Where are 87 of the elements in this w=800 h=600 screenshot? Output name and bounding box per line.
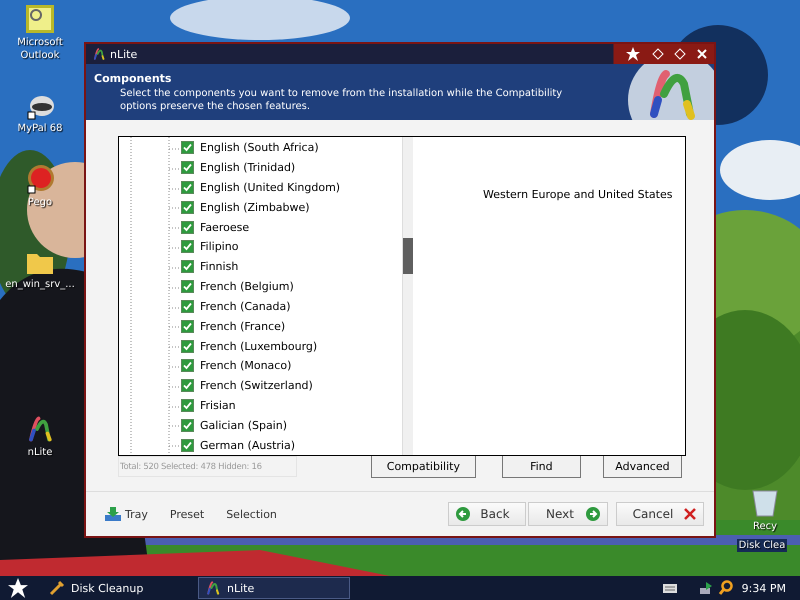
- taskbar-button[interactable]: nLite: [198, 577, 350, 599]
- panel-button[interactable]: Compatibility: [370, 456, 476, 478]
- window-title: nLite: [110, 48, 138, 60]
- component-label[interactable]: Galician (Spain): [200, 418, 288, 432]
- tree-branch-line: [169, 148, 181, 150]
- component-label[interactable]: German (Austria): [200, 438, 295, 452]
- checkbox[interactable]: [181, 398, 194, 412]
- tree-branch-line: [169, 266, 181, 269]
- network-icon[interactable]: [698, 580, 714, 596]
- component-label[interactable]: Faeroese: [200, 220, 250, 234]
- tree-branch-line: [169, 366, 181, 368]
- checkbox[interactable]: [181, 359, 194, 372]
- checkbox[interactable]: [181, 181, 194, 194]
- clock: 9:34 PM: [742, 582, 786, 594]
- minimize-icon[interactable]: [652, 48, 664, 60]
- checkbox[interactable]: [181, 220, 194, 234]
- search-icon[interactable]: [718, 580, 734, 596]
- checkbox[interactable]: [181, 141, 194, 154]
- component-label[interactable]: English (Trinidad): [200, 161, 296, 174]
- star-icon[interactable]: [626, 47, 640, 61]
- tree-branch-line: [169, 286, 181, 289]
- page-description: Select the components you want to remove from the installation while the Compatibility options preserve the chosen features.: [119, 87, 564, 113]
- desktop-icon-label[interactable]: Disk Clea: [736, 539, 788, 552]
- status-text: Total: 520 Selected: 478 Hidden: 16: [118, 456, 297, 477]
- tree-branch-line: [169, 168, 181, 170]
- back-button[interactable]: Back: [448, 502, 526, 526]
- checkbox[interactable]: [181, 340, 194, 353]
- checkbox[interactable]: [181, 260, 194, 274]
- start-star-icon[interactable]: [8, 578, 28, 598]
- component-label[interactable]: English (United Kingdom): [200, 181, 340, 194]
- component-label[interactable]: Filipino: [200, 240, 238, 254]
- scroll-thumb[interactable]: [403, 238, 413, 274]
- checkbox[interactable]: [181, 200, 194, 214]
- panel-button[interactable]: Advanced: [602, 456, 682, 478]
- component-label[interactable]: Finnish: [200, 260, 238, 274]
- tree-branch-line: [169, 207, 181, 210]
- desktop-icon-label[interactable]: Microsoft Outlook: [2, 36, 78, 62]
- component-label[interactable]: English (Zimbabwe): [200, 200, 310, 214]
- tree-branch-line: [169, 326, 181, 328]
- panel-button[interactable]: Find: [502, 456, 581, 478]
- checkbox[interactable]: [181, 418, 194, 432]
- checkbox[interactable]: [181, 438, 194, 452]
- component-label[interactable]: English (South Africa): [200, 141, 319, 154]
- desktop-icon-label[interactable]: en_win_srv_...: [5, 278, 75, 291]
- region-text: Western Europe and United States: [483, 188, 672, 201]
- checkbox[interactable]: [181, 300, 194, 313]
- desktop-icon-label[interactable]: Recy: [752, 520, 778, 533]
- footer-link[interactable]: Selection: [226, 508, 277, 520]
- component-label[interactable]: French (Luxembourg): [200, 340, 318, 353]
- component-label[interactable]: French (France): [200, 320, 286, 333]
- tree-branch-line: [169, 445, 181, 448]
- next-button[interactable]: Next: [528, 502, 608, 526]
- tree-branch-line: [169, 386, 181, 388]
- tree-branch-line: [169, 227, 181, 230]
- checkbox[interactable]: [181, 240, 194, 254]
- checkbox[interactable]: [181, 379, 194, 392]
- tree-branch-line: [169, 306, 181, 308]
- desktop-icon-label[interactable]: MyPal 68: [18, 122, 62, 135]
- tree-branch-line: [169, 188, 181, 190]
- component-label[interactable]: French (Canada): [200, 300, 291, 313]
- footer-link[interactable]: Tray: [104, 506, 148, 522]
- tree-branch-line: [169, 425, 181, 428]
- component-label[interactable]: Frisian: [200, 398, 236, 412]
- ball-icon: [25, 164, 55, 194]
- page-title: Components: [94, 72, 172, 85]
- component-label[interactable]: French (Belgium): [200, 280, 294, 294]
- keyboard-icon[interactable]: [662, 582, 678, 594]
- checkbox[interactable]: [181, 280, 194, 294]
- close-icon: [683, 507, 697, 521]
- nlite-logo-icon: [92, 47, 106, 61]
- maximize-icon[interactable]: [674, 48, 686, 60]
- checkbox[interactable]: [181, 320, 194, 333]
- component-label[interactable]: French (Monaco): [200, 359, 292, 372]
- taskbar-button[interactable]: Disk Cleanup: [42, 577, 194, 599]
- footer-link[interactable]: Preset: [170, 508, 204, 520]
- close-icon[interactable]: [696, 48, 708, 60]
- scrollbar[interactable]: [402, 137, 413, 455]
- tree-branch-line: [169, 247, 181, 250]
- download-tray-icon: [104, 506, 122, 522]
- nlite-logo-icon: [205, 580, 221, 596]
- calendar-clock-icon: [25, 4, 55, 34]
- cancel-button[interactable]: Cancel: [616, 502, 704, 526]
- component-label[interactable]: French (Switzerland): [200, 379, 313, 392]
- tree-branch-line: [169, 346, 181, 348]
- tree-branch-line: [169, 406, 181, 408]
- checkbox[interactable]: [181, 161, 194, 174]
- desktop-icon-label[interactable]: nLite: [28, 446, 52, 459]
